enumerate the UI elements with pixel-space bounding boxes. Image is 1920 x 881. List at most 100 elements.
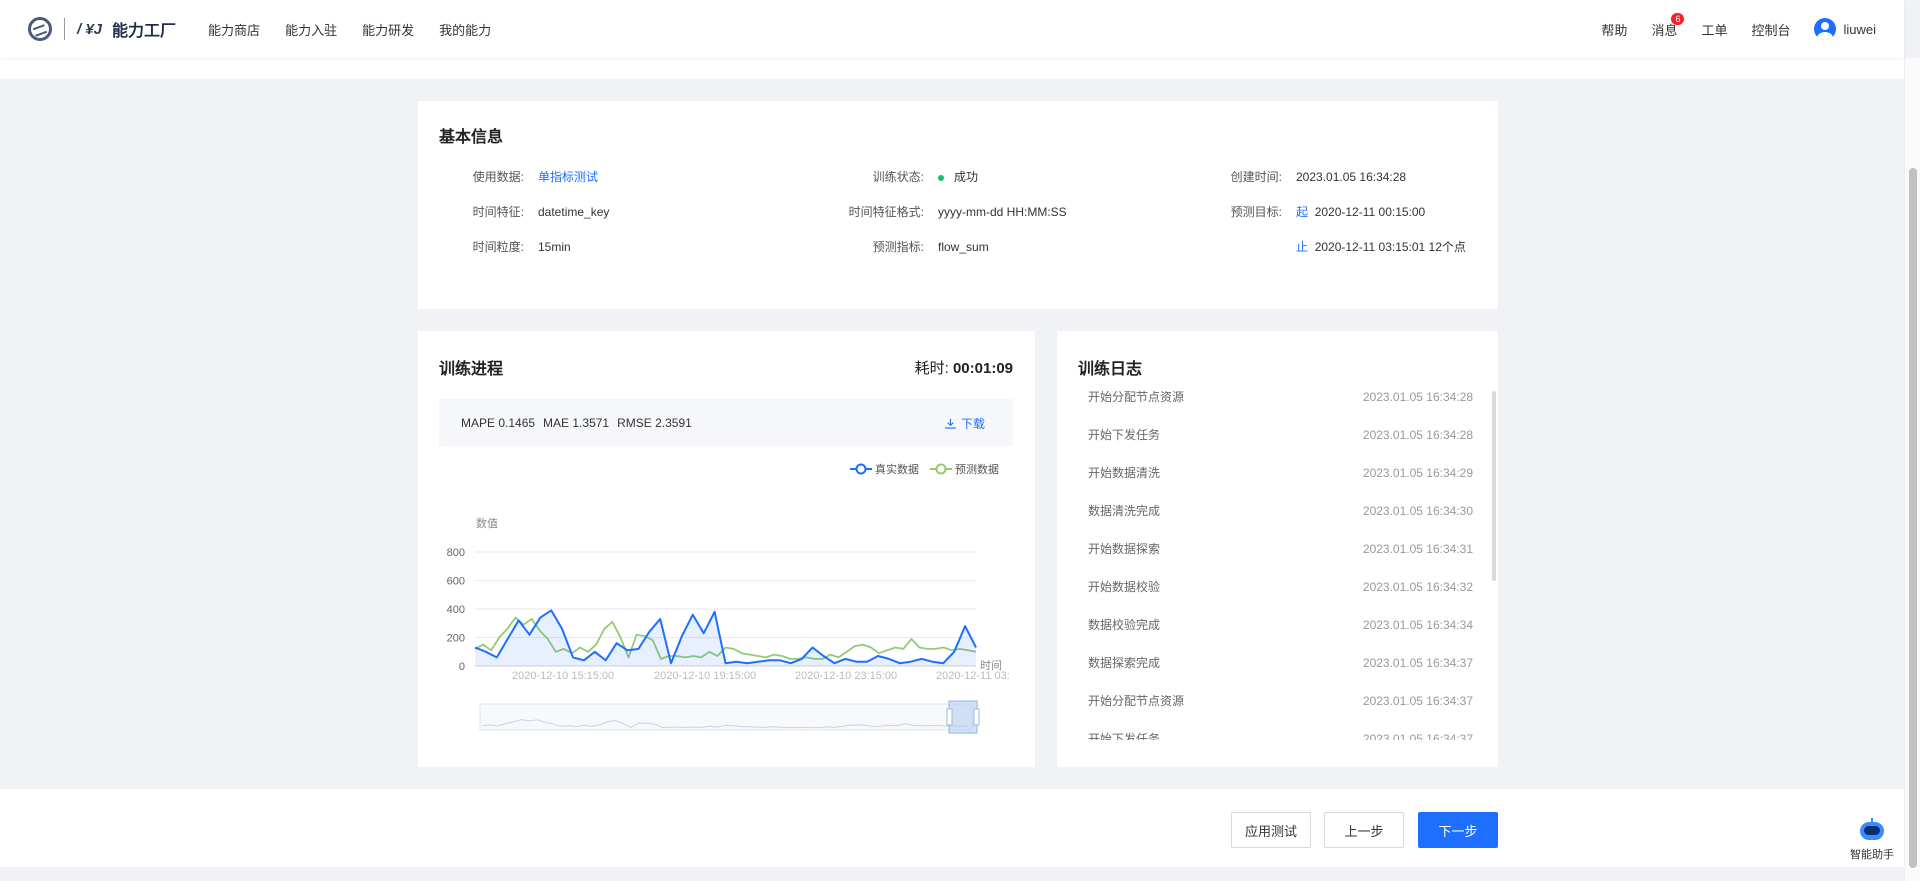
training-progress-card: 训练进程 耗时: 00:01:09 MAPE 0.1465 MAE 1.3571… bbox=[418, 331, 1035, 767]
training-progress-title: 训练进程 bbox=[439, 361, 504, 378]
bottom-strip bbox=[0, 867, 1904, 881]
app-test-button[interactable]: 应用测试 bbox=[1231, 812, 1311, 848]
nav-link-develop[interactable]: 能力研发 bbox=[362, 20, 414, 39]
log-message: 开始下发任务 bbox=[1088, 732, 1161, 740]
log-message: 数据清洗完成 bbox=[1088, 504, 1161, 518]
y-tick-label: 400 bbox=[447, 604, 465, 616]
log-message: 开始分配节点资源 bbox=[1088, 694, 1185, 708]
log-item: 数据校验完成 2023.01.05 16:34:34 bbox=[1088, 618, 1473, 656]
logo[interactable]: / ¥J 能力工厂 bbox=[28, 17, 176, 41]
field-metric-value: flow_sum bbox=[938, 239, 989, 254]
field-data: 使用数据: 单指标测试 bbox=[454, 168, 598, 185]
log-list[interactable]: 开始分配节点资源 2023.01.05 16:34:28 开始下发任务 2023.01… bbox=[1088, 390, 1473, 740]
field-created-value: 2023.01.05 16:34:28 bbox=[1296, 169, 1407, 184]
x-tick-label: 2020-12-10 19:15:00 bbox=[654, 670, 756, 682]
x-axis-label: 时间 bbox=[980, 659, 1002, 672]
log-item: 开始分配节点资源 2023.01.05 16:34:28 bbox=[1088, 390, 1473, 428]
log-item: 数据探索完成 2023.01.05 16:34:37 bbox=[1088, 656, 1473, 694]
x-tick-label: 2020-12-10 15:15:00 bbox=[512, 670, 614, 682]
page-scrollbar[interactable] bbox=[1904, 58, 1920, 881]
log-message: 数据探索完成 bbox=[1088, 656, 1161, 670]
download-button[interactable]: 下载 bbox=[945, 415, 993, 432]
smart-assistant[interactable]: 智能助手 bbox=[1850, 818, 1894, 862]
user-name: liuwei bbox=[1843, 21, 1876, 37]
target-start-tag: 起 bbox=[1296, 205, 1309, 219]
step-bar-remnant bbox=[0, 58, 1904, 79]
log-scrollbar[interactable] bbox=[1492, 391, 1496, 581]
metric-mape: MAPE 0.1465 bbox=[461, 415, 536, 430]
metrics-bar: MAPE 0.1465 MAE 1.3571 RMSE 2.3591 下载 bbox=[439, 399, 1013, 446]
field-target-start: 起 2020-12-11 00:15:00 bbox=[1296, 203, 1425, 220]
field-created: 创建时间: 2023.01.05 16:34:28 bbox=[1198, 168, 1406, 185]
brand-name: 能力工厂 bbox=[112, 23, 177, 40]
x-tick-label: 2020-12-10 23:15:00 bbox=[795, 670, 897, 682]
log-time: 2023.01.05 16:34:28 bbox=[1362, 428, 1473, 442]
log-item: 开始数据探索 2023.01.05 16:34:31 bbox=[1088, 542, 1473, 580]
log-message: 开始下发任务 bbox=[1088, 428, 1161, 442]
tickets-link[interactable]: 工单 bbox=[1701, 20, 1727, 39]
training-log-card: 训练日志 开始分配节点资源 2023.01.05 16:34:28 开始下发任务 20… bbox=[1057, 331, 1498, 767]
zoom-track bbox=[479, 703, 973, 731]
console-link[interactable]: 控制台 bbox=[1751, 20, 1790, 39]
help-link[interactable]: 帮助 bbox=[1601, 20, 1627, 39]
nav-link-mine[interactable]: 我的能力 bbox=[439, 20, 491, 39]
user-menu[interactable]: liuwei bbox=[1814, 18, 1876, 40]
target-end-tag: 止 bbox=[1296, 240, 1309, 254]
zoom-selection bbox=[948, 700, 978, 734]
assistant-label: 智能助手 bbox=[1850, 849, 1894, 861]
user-avatar-icon bbox=[1814, 18, 1837, 40]
target-end-value: 2020-12-11 03:15:01 12个点 bbox=[1314, 240, 1466, 254]
next-step-button[interactable]: 下一步 bbox=[1418, 812, 1498, 848]
download-icon bbox=[945, 418, 956, 429]
x-axis-ticks: 2020-12-10 15:15:00 2020-12-10 19:15:00 20… bbox=[512, 670, 1010, 682]
series-area-真实数据 bbox=[475, 610, 976, 666]
main-nav: 能力商店 能力入驻 能力研发 我的能力 bbox=[208, 20, 516, 39]
y-tick-label: 800 bbox=[447, 547, 465, 559]
nav-right: 帮助 消息 6 工单 控制台 liuwei bbox=[1577, 12, 1876, 40]
nav-link-onboard[interactable]: 能力入驻 bbox=[285, 20, 337, 39]
legend-marker bbox=[855, 463, 867, 475]
field-metric: 预测指标: flow_sum bbox=[818, 238, 989, 255]
field-granularity-value: 15min bbox=[538, 239, 571, 254]
chart-legend[interactable]: 真实数据 预测数据 bbox=[850, 462, 999, 476]
log-time: 2023.01.05 16:34:28 bbox=[1362, 390, 1473, 404]
messages-link[interactable]: 消息 6 bbox=[1651, 12, 1685, 39]
top-nav: / ¥J 能力工厂 能力商店 能力入驻 能力研发 我的能力 帮助 消息 6 工单… bbox=[0, 0, 1904, 58]
metric-rmse: RMSE 2.3591 bbox=[617, 415, 692, 430]
field-target-label: 预测目标: bbox=[1230, 205, 1282, 219]
footer-actions: 应用测试 上一步 下一步 bbox=[0, 789, 1904, 867]
field-time-feature-label: 时间特征: bbox=[472, 205, 524, 219]
y-axis-label: 数值 bbox=[476, 517, 498, 530]
prev-step-button[interactable]: 上一步 bbox=[1324, 812, 1404, 848]
logo-divider bbox=[64, 18, 65, 40]
log-time: 2023.01.05 16:34:29 bbox=[1362, 466, 1473, 480]
basic-info-card: 基本信息 使用数据: 单指标测试 时间特征: datetime_key 时间粒度… bbox=[418, 101, 1498, 309]
y-tick-label: 600 bbox=[447, 576, 465, 588]
legend-label: 真实数据 bbox=[875, 462, 919, 476]
log-message: 开始分配节点资源 bbox=[1088, 390, 1185, 404]
log-item: 开始数据校验 2023.01.05 16:34:32 bbox=[1088, 580, 1473, 618]
messages-label: 消息 bbox=[1651, 22, 1678, 38]
field-time-feature: 时间特征: datetime_key bbox=[454, 203, 610, 220]
training-line-chart: 真实数据 预测数据 数值 0 200 400 600 800 2020-12-10 15:… bbox=[447, 462, 1010, 734]
data-zoom-slider[interactable] bbox=[479, 700, 980, 734]
log-item: 开始数据清洗 2023.01.05 16:34:29 bbox=[1088, 466, 1473, 504]
training-log-title: 训练日志 bbox=[1078, 361, 1143, 378]
field-data-link[interactable]: 单指标测试 bbox=[538, 168, 598, 185]
field-format-value: yyyy-mm-dd HH:MM:SS bbox=[938, 204, 1067, 219]
logo-mark: / ¥J bbox=[77, 20, 103, 38]
log-time: 2023.01.05 16:34:31 bbox=[1362, 542, 1473, 556]
log-time: 2023.01.05 16:34:37 bbox=[1362, 694, 1473, 708]
field-time-feature-value: datetime_key bbox=[538, 204, 610, 219]
message-count-badge: 6 bbox=[1671, 12, 1685, 25]
field-target-end-value: 止 2020-12-11 03:15:01 12个点 bbox=[1296, 238, 1466, 255]
y-tick-label: 200 bbox=[447, 633, 465, 645]
status-text: 成功 bbox=[954, 170, 979, 184]
log-message: 数据校验完成 bbox=[1088, 618, 1161, 632]
company-logo-icon bbox=[28, 17, 52, 41]
log-item: 开始下发任务 2023.01.05 16:34:28 bbox=[1088, 428, 1473, 466]
elapsed-label: 耗时: bbox=[914, 360, 949, 377]
nav-link-store[interactable]: 能力商店 bbox=[208, 20, 260, 39]
page-scrollbar-thumb[interactable] bbox=[1909, 168, 1917, 868]
field-target: 预测目标: 起 2020-12-11 00:15:00 bbox=[1198, 203, 1426, 220]
